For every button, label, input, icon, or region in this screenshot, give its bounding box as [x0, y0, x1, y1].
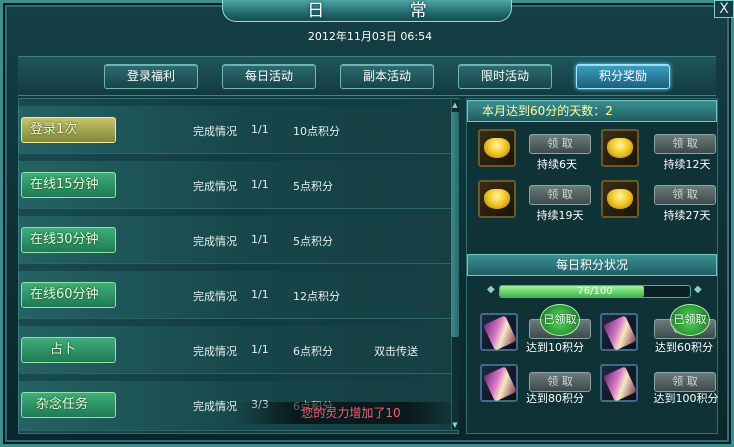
scroll-icon [600, 364, 638, 402]
task-progress: 1/1 [251, 123, 269, 136]
daily-points-header: 每日积分状况 [467, 254, 717, 276]
bar-left-arrow-icon: ◆ [487, 284, 495, 295]
tab-limited-activity[interactable]: 限时活动 [458, 64, 552, 89]
daily-points-value: 76/100 [577, 286, 613, 297]
task-points: 5点积分 [293, 180, 333, 193]
task-button-distraction-quest[interactable]: 杂念任务 [21, 392, 116, 418]
task-button-online-30[interactable]: 在线30分钟 [21, 227, 116, 253]
task-row: 在线30分钟 完成情况 1/1 5点积分 [18, 216, 459, 264]
task-points: 12点积分 [293, 290, 340, 303]
task-row: 在线60分钟 完成情况 1/1 12点积分 [18, 271, 459, 319]
gold-ingot-icon [601, 129, 639, 167]
task-points: 5点积分 [293, 235, 333, 248]
spirit-gain-notification: 您的灵力增加了10 [236, 402, 466, 424]
reward-caption: 达到80积分 [526, 392, 584, 405]
task-button-login[interactable]: 登录1次 [21, 117, 116, 143]
window-title: 日 常 [307, 1, 467, 21]
task-row: 在线15分钟 完成情况 1/1 5点积分 [18, 161, 459, 209]
scrollbar-thumb[interactable] [451, 112, 459, 337]
task-button-online-60[interactable]: 在线60分钟 [21, 282, 116, 308]
scroll-icon [600, 313, 638, 351]
teleport-link[interactable]: 双击传送 [374, 343, 418, 359]
scroll-icon [480, 313, 518, 351]
scroll-down-icon[interactable]: ▼ [451, 420, 459, 430]
gold-ingot-icon [601, 180, 639, 218]
tab-daily-activity[interactable]: 每日活动 [222, 64, 316, 89]
task-progress: 1/1 [251, 178, 269, 191]
tab-login-bonus[interactable]: 登录福利 [104, 64, 198, 89]
reward-caption: 达到10积分 [526, 341, 584, 354]
claim-button[interactable]: 领 取 [529, 185, 591, 205]
scroll-icon [480, 364, 518, 402]
reward-caption: 持续27天 [663, 209, 711, 222]
claimed-badge: 已领取 [540, 304, 580, 336]
claim-button[interactable]: 领 取 [529, 372, 591, 392]
gold-ingot-icon [478, 129, 516, 167]
bar-right-arrow-icon: ◆ [694, 284, 702, 295]
monthly-days-header: 本月达到60分的天数：2 [467, 100, 717, 122]
task-row: 登录1次 完成情况 1/1 10点积分 [18, 106, 459, 154]
task-points: 10点积分 [293, 125, 340, 138]
server-datetime: 2012年11月03日 06:54 [307, 30, 433, 43]
claim-button[interactable]: 领 取 [654, 372, 716, 392]
task-status-label: 完成情况 [193, 290, 237, 303]
task-status-label: 完成情况 [193, 235, 237, 248]
task-progress: 1/1 [251, 343, 269, 356]
reward-caption: 持续12天 [663, 158, 711, 171]
claimed-badge: 已领取 [670, 304, 710, 336]
reward-caption: 达到60积分 [655, 341, 713, 354]
task-progress: 1/1 [251, 233, 269, 246]
close-button[interactable]: X [714, 0, 734, 18]
task-row: 占卜 完成情况 1/1 6点积分 双击传送 [18, 326, 459, 374]
task-status-label: 完成情况 [193, 125, 237, 138]
reward-caption: 达到100积分 [653, 392, 719, 405]
task-status-label: 完成情况 [193, 180, 237, 193]
claim-button[interactable]: 领 取 [654, 185, 716, 205]
tab-points-reward[interactable]: 积分奖励 [576, 64, 670, 89]
claim-button[interactable]: 领 取 [529, 134, 591, 154]
task-status-label: 完成情况 [193, 400, 237, 413]
task-button-divination[interactable]: 占卜 [21, 337, 116, 363]
task-button-online-15[interactable]: 在线15分钟 [21, 172, 116, 198]
task-points: 6点积分 [293, 345, 333, 358]
claim-button[interactable]: 领 取 [654, 134, 716, 154]
tab-dungeon-activity[interactable]: 副本活动 [340, 64, 434, 89]
scroll-up-icon[interactable]: ▲ [451, 100, 459, 110]
reward-caption: 持续19天 [536, 209, 584, 222]
gold-ingot-icon [478, 180, 516, 218]
reward-caption: 持续6天 [537, 158, 577, 171]
task-status-label: 完成情况 [193, 345, 237, 358]
task-progress: 1/1 [251, 288, 269, 301]
